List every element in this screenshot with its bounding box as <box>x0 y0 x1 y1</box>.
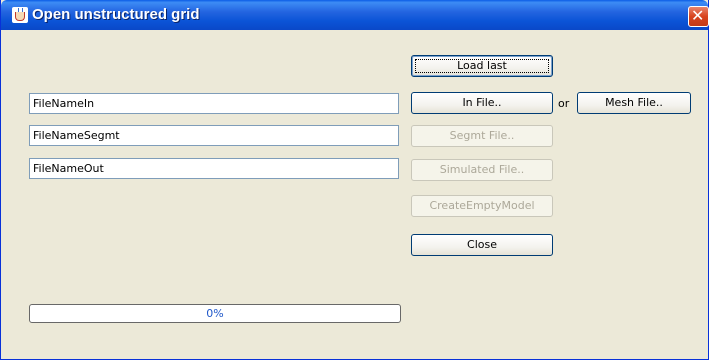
close-button-label: Close <box>467 238 497 251</box>
mesh-file-label: Mesh File.. <box>605 96 663 109</box>
create-empty-model-label: CreateEmptyModel <box>429 199 535 212</box>
in-file-button[interactable]: In File.. <box>411 92 553 114</box>
dialog-window: Open unstructured grid ✕ Load last In Fi… <box>0 0 709 360</box>
in-file-label: In File.. <box>462 96 502 109</box>
file-name-in-field[interactable] <box>29 93 399 114</box>
mesh-file-button[interactable]: Mesh File.. <box>577 92 691 114</box>
segmt-file-button: Segmt File.. <box>411 125 553 147</box>
simulated-file-button: Simulated File.. <box>411 159 553 181</box>
window-title: Open unstructured grid <box>32 6 200 23</box>
create-empty-model-button: CreateEmptyModel <box>411 195 553 217</box>
segmt-file-label: Segmt File.. <box>449 129 515 142</box>
simulated-file-label: Simulated File.. <box>439 163 525 176</box>
close-button[interactable]: Close <box>411 234 553 256</box>
window-close-button[interactable]: ✕ <box>688 6 709 27</box>
progress-bar: 0% <box>29 304 401 323</box>
title-bar[interactable]: Open unstructured grid ✕ <box>1 0 709 30</box>
close-icon: ✕ <box>691 6 705 25</box>
progress-percent: 0% <box>206 307 224 320</box>
or-label: or <box>558 97 570 110</box>
load-last-button[interactable]: Load last <box>411 55 553 77</box>
load-last-label: Load last <box>457 59 507 72</box>
file-name-segmt-field[interactable] <box>29 125 399 146</box>
file-name-out-field[interactable] <box>29 158 399 179</box>
java-coffee-cup-icon <box>12 7 28 23</box>
